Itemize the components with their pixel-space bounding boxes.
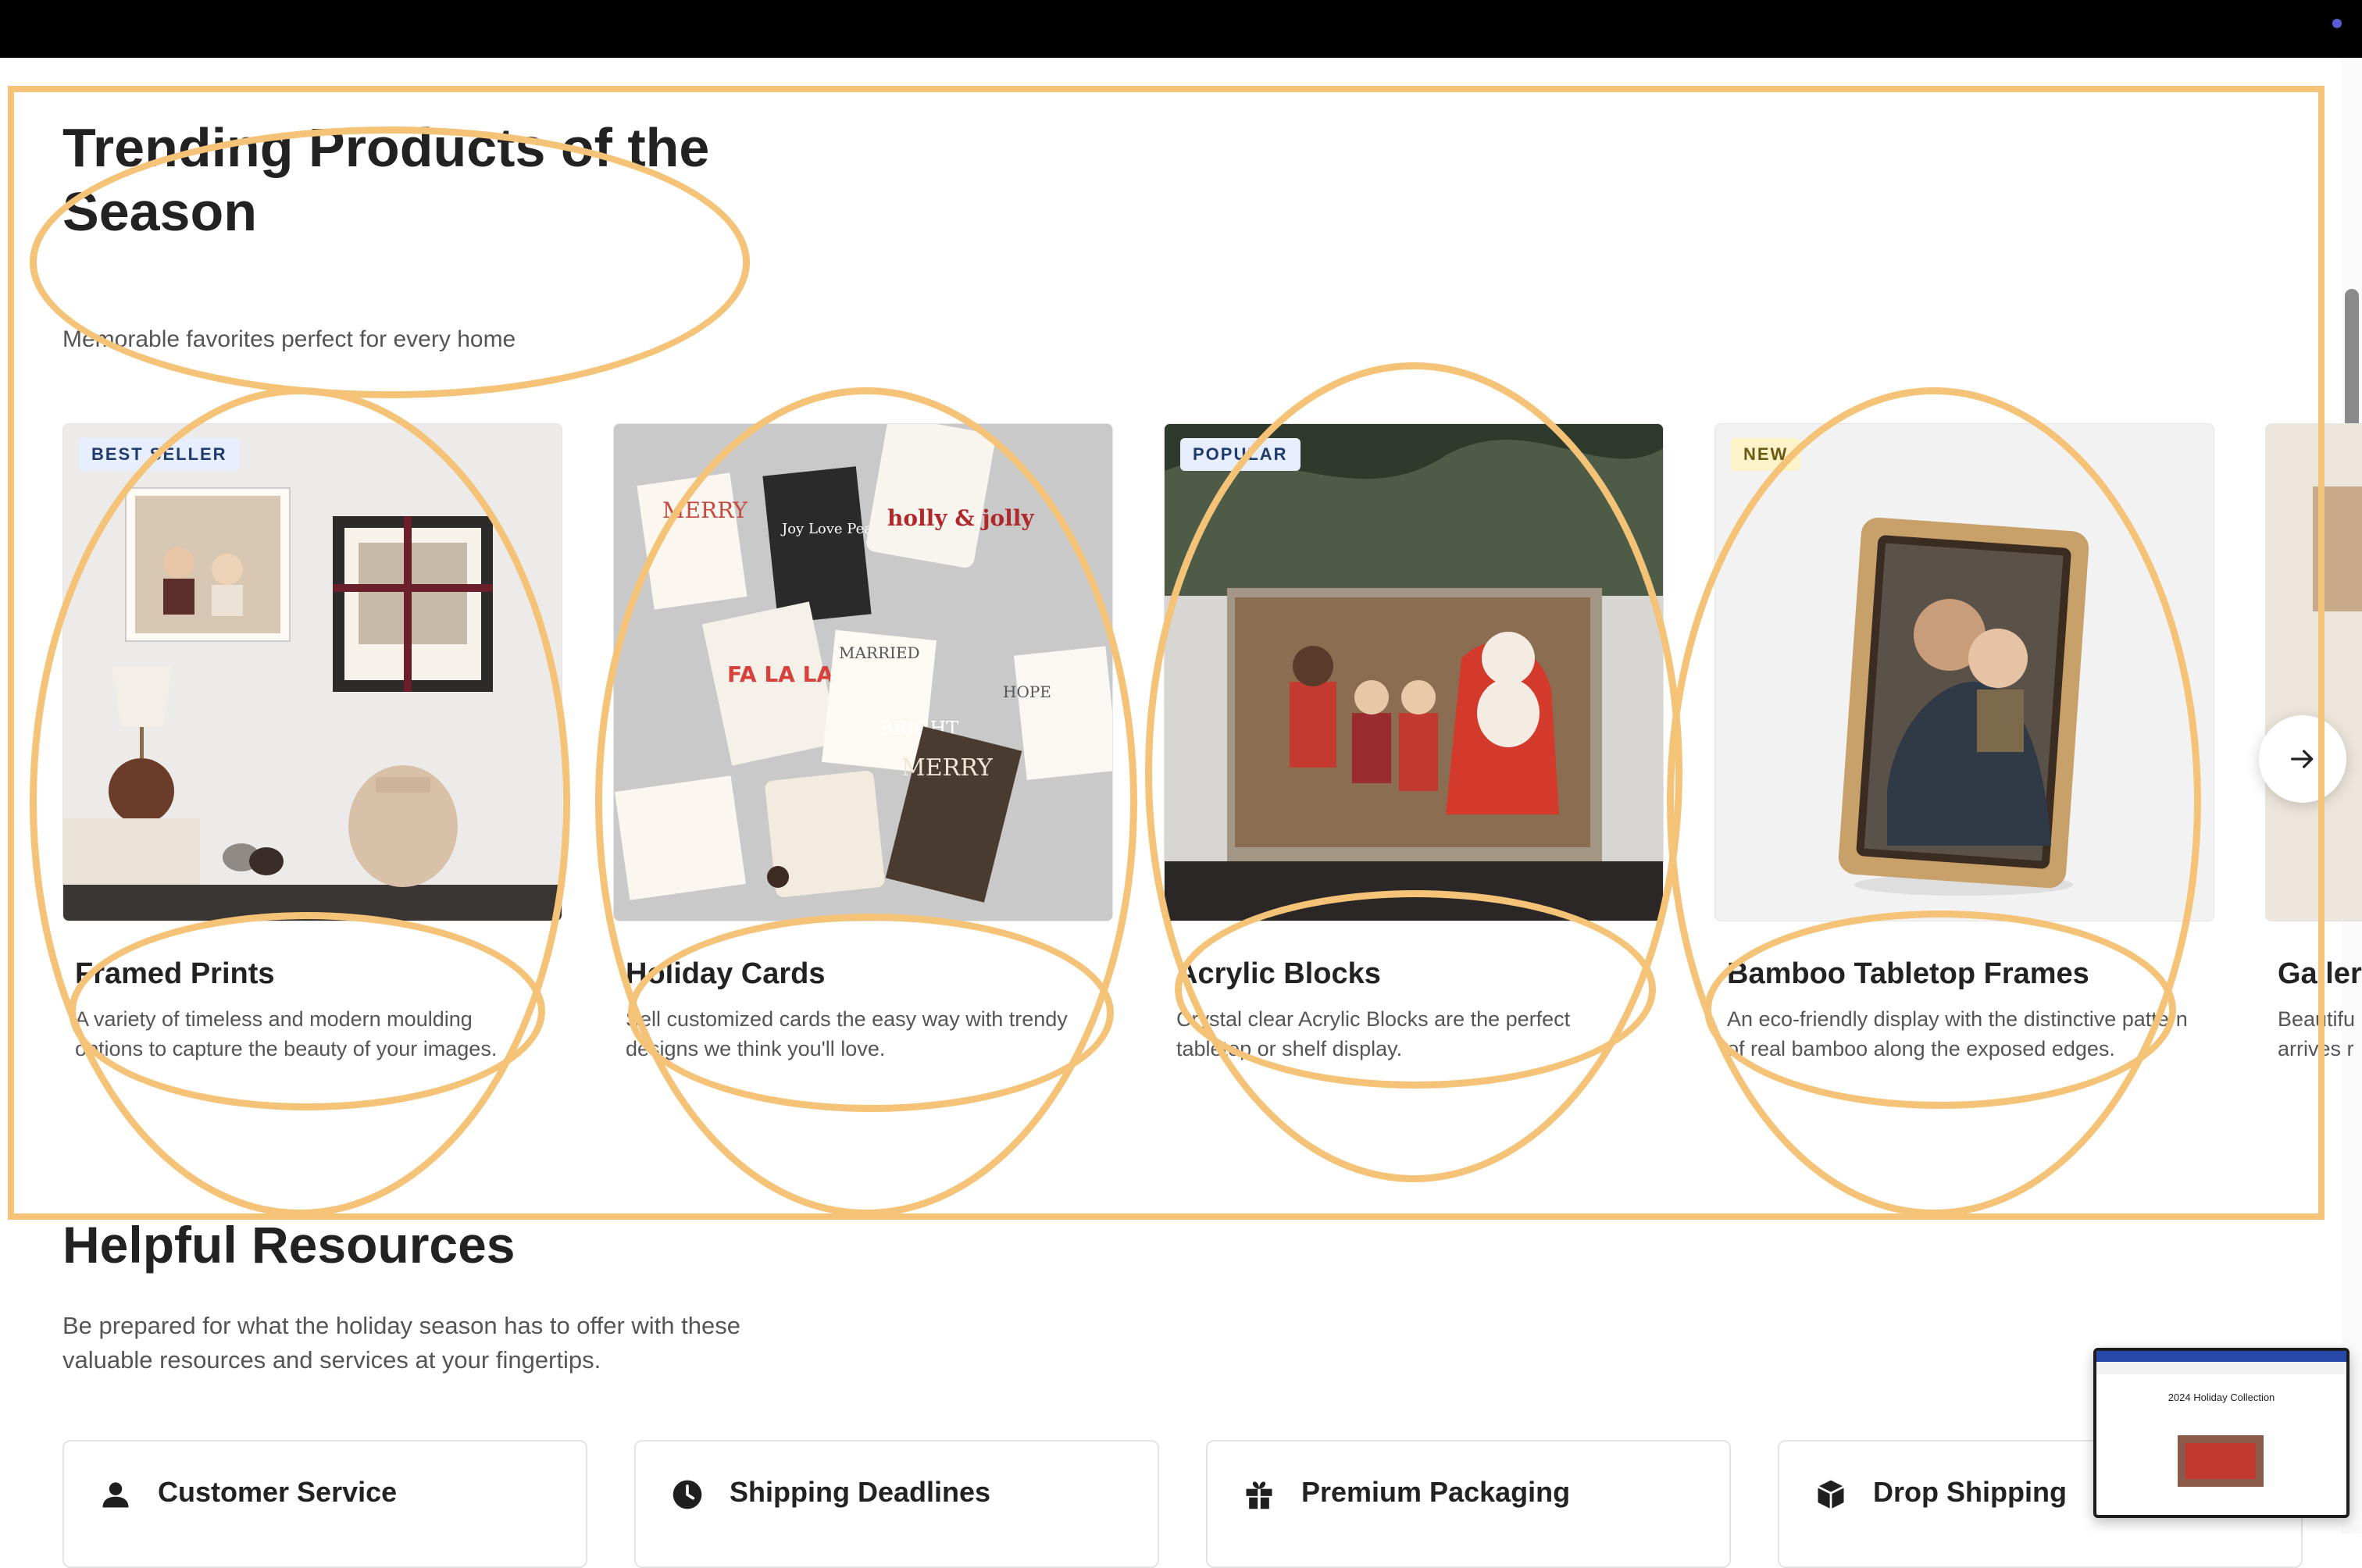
person-icon <box>102 1482 129 1508</box>
resource-card-customer-service[interactable]: Customer Service <box>62 1440 587 1568</box>
gift-icon <box>1246 1481 1272 1509</box>
annotation-ellipse-title-2 <box>628 914 1114 1112</box>
annotation-ellipse-title <box>30 127 750 398</box>
resources-title: Helpful Resources <box>62 1216 516 1274</box>
resource-title: Drop Shipping <box>1873 1476 2067 1508</box>
resource-card-shipping-deadlines[interactable]: Shipping Deadlines <box>634 1440 1159 1568</box>
status-dot <box>2332 19 2342 28</box>
thumbnail-photo <box>2178 1435 2264 1487</box>
annotation-ellipse-title-1 <box>69 912 545 1110</box>
resource-title: Customer Service <box>158 1476 398 1508</box>
thumbnail-header <box>2096 1351 2346 1362</box>
screenshot-preview-thumbnail[interactable]: 2024 Holiday Collection <box>2093 1348 2350 1518</box>
resources-subtitle: Be prepared for what the holiday season … <box>62 1312 740 1374</box>
annotation-ellipse-title-4 <box>1704 911 2176 1109</box>
annotation-ellipse-title-3 <box>1175 890 1656 1089</box>
box-icon <box>1817 1480 1845 1509</box>
thumbnail-nav <box>2096 1362 2346 1374</box>
resource-card-premium-packaging[interactable]: Premium Packaging <box>1206 1440 1731 1568</box>
resource-title: Premium Packaging <box>1301 1476 1571 1508</box>
resource-title: Shipping Deadlines <box>730 1476 991 1508</box>
browser-top-bar <box>0 0 2362 58</box>
clock-icon <box>673 1480 702 1509</box>
thumbnail-title: 2024 Holiday Collection <box>2168 1392 2275 1403</box>
